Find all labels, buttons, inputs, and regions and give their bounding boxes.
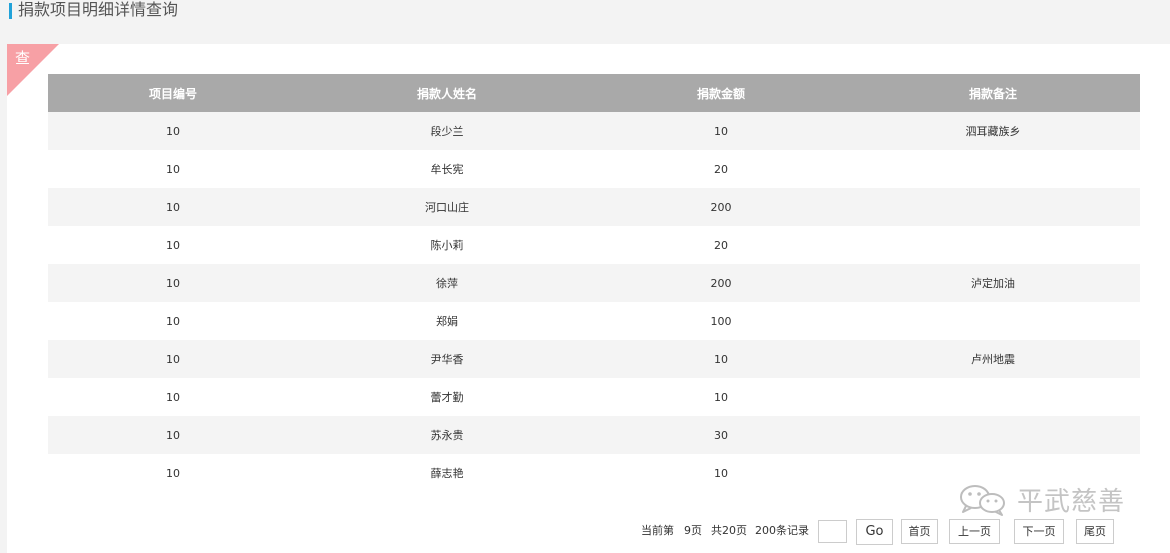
cell-project-id: 10 <box>48 150 298 188</box>
first-page-button[interactable]: 首页 <box>901 519 938 544</box>
cell-donor-name: 尹华香 <box>298 340 596 378</box>
table-row: 10 牟长宪 20 <box>48 150 1140 188</box>
cell-amount: 10 <box>596 378 846 416</box>
cell-donor-name: 薛志艳 <box>298 454 596 492</box>
watermark-text: 平武慈善 <box>1017 486 1126 517</box>
cell-remark <box>846 226 1140 264</box>
page-title: 捐款项目明细详情查询 <box>18 0 179 19</box>
table-row: 10 河口山庄 200 <box>48 188 1140 226</box>
table-row: 10 蕾才勤 10 <box>48 378 1140 416</box>
cell-amount: 10 <box>596 112 846 150</box>
cell-donor-name: 苏永贵 <box>298 416 596 454</box>
cell-project-id: 10 <box>48 226 298 264</box>
cell-donor-name: 郑娟 <box>298 302 596 340</box>
header-accent-bar <box>9 3 12 19</box>
watermark: 平武慈善 <box>955 479 1125 519</box>
query-ribbon-label: 查 <box>15 49 31 67</box>
donation-table: 项目编号 捐款人姓名 捐款金额 捐款备注 10 段少兰 10 泗耳藏族乡 10 … <box>48 74 1140 492</box>
cell-remark: 泗耳藏族乡 <box>846 112 1140 150</box>
wechat-icon <box>960 485 1005 516</box>
table-row: 10 徐萍 200 泸定加油 <box>48 264 1140 302</box>
table-row: 10 郑娟 100 <box>48 302 1140 340</box>
table-header-row: 项目编号 捐款人姓名 捐款金额 捐款备注 <box>48 74 1140 112</box>
cell-project-id: 10 <box>48 112 298 150</box>
cell-project-id: 10 <box>48 188 298 226</box>
cell-remark: 卢州地震 <box>846 340 1140 378</box>
cell-project-id: 10 <box>48 264 298 302</box>
cell-remark: 泸定加油 <box>846 264 1140 302</box>
cell-donor-name: 蕾才勤 <box>298 378 596 416</box>
cell-amount: 30 <box>596 416 846 454</box>
cell-project-id: 10 <box>48 378 298 416</box>
cell-project-id: 10 <box>48 340 298 378</box>
cell-amount: 20 <box>596 150 846 188</box>
table-row: 10 段少兰 10 泗耳藏族乡 <box>48 112 1140 150</box>
cell-amount: 20 <box>596 226 846 264</box>
cell-donor-name: 牟长宪 <box>298 150 596 188</box>
cell-amount: 10 <box>596 454 846 492</box>
column-header-project-id: 项目编号 <box>48 74 298 112</box>
query-panel: 查 项目编号 捐款人姓名 捐款金额 捐款备注 10 段少兰 10 泗耳藏族乡 1… <box>7 44 1170 553</box>
cell-amount: 200 <box>596 188 846 226</box>
cell-donor-name: 段少兰 <box>298 112 596 150</box>
cell-project-id: 10 <box>48 454 298 492</box>
column-header-amount: 捐款金额 <box>596 74 846 112</box>
table-row: 10 尹华香 10 卢州地震 <box>48 340 1140 378</box>
last-page-button[interactable]: 尾页 <box>1076 519 1114 544</box>
cell-donor-name: 河口山庄 <box>298 188 596 226</box>
page-header: 捐款项目明细详情查询 <box>0 0 1170 44</box>
cell-amount: 100 <box>596 302 846 340</box>
pager-total-pages: 共20页 <box>711 524 747 537</box>
cell-remark <box>846 416 1140 454</box>
table-row: 10 陈小莉 20 <box>48 226 1140 264</box>
cell-project-id: 10 <box>48 416 298 454</box>
page-number-input[interactable] <box>818 520 847 543</box>
cell-amount: 10 <box>596 340 846 378</box>
cell-donor-name: 徐萍 <box>298 264 596 302</box>
cell-remark <box>846 188 1140 226</box>
pager-current-page: 9页 <box>684 524 702 537</box>
go-button[interactable]: Go <box>856 519 893 545</box>
cell-donor-name: 陈小莉 <box>298 226 596 264</box>
cell-remark <box>846 378 1140 416</box>
cell-amount: 200 <box>596 264 846 302</box>
cell-remark <box>846 150 1140 188</box>
table-row: 10 苏永贵 30 <box>48 416 1140 454</box>
next-page-button[interactable]: 下一页 <box>1014 519 1064 544</box>
pager-total-records: 200条记录 <box>755 524 809 537</box>
column-header-remark: 捐款备注 <box>846 74 1140 112</box>
cell-project-id: 10 <box>48 302 298 340</box>
pager-current-label: 当前第 <box>641 524 674 537</box>
prev-page-button[interactable]: 上一页 <box>949 519 1000 544</box>
column-header-donor-name: 捐款人姓名 <box>298 74 596 112</box>
pagination-bar: 当前第 9页 共20页 200条记录 Go 首页 上一页 下一页 尾页 <box>0 519 1170 545</box>
cell-remark <box>846 302 1140 340</box>
